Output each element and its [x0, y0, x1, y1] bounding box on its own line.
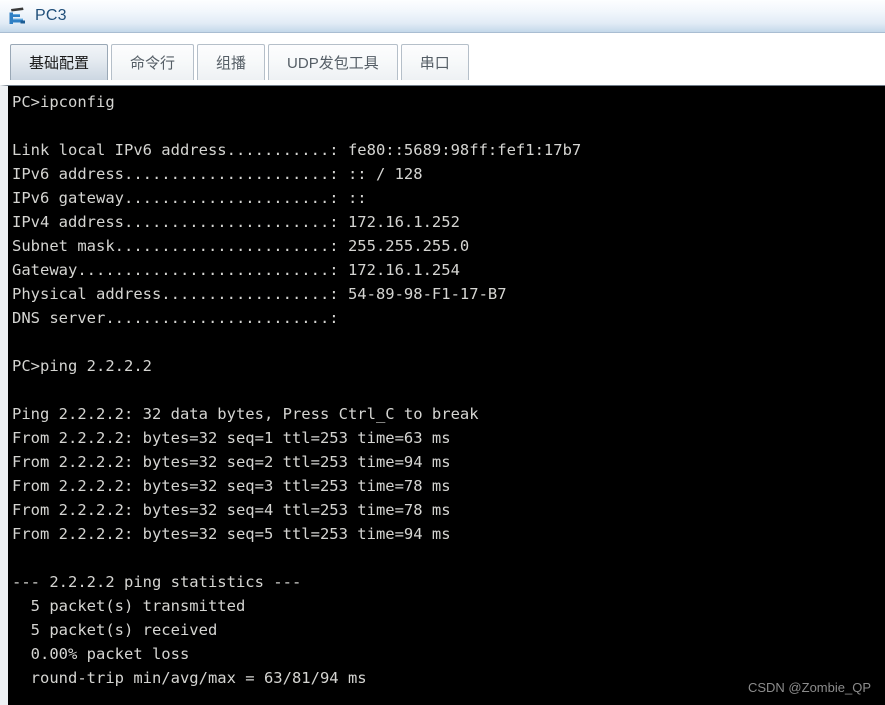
terminal-line: From 2.2.2.2: bytes=32 seq=3 ttl=253 tim…: [12, 477, 451, 495]
pc3-window: PC3 基础配置 命令行 组播 UDP发包工具 串口 PC>ipconfig Li…: [0, 0, 885, 705]
terminal-line: IPv6 gateway......................: ::: [12, 189, 367, 207]
tab-label: 基础配置: [29, 55, 90, 72]
terminal-line: 0.00% packet loss: [12, 645, 190, 663]
pc-terminal-icon: [7, 5, 29, 27]
terminal-line: Ping 2.2.2.2: 32 data bytes, Press Ctrl_…: [12, 405, 479, 423]
terminal-line: Link local IPv6 address...........: fe80…: [12, 141, 582, 159]
terminal-line: From 2.2.2.2: bytes=32 seq=5 ttl=253 tim…: [12, 525, 451, 543]
terminal-line: Physical address..................: 54-8…: [12, 285, 507, 303]
tab-strip-container: 基础配置 命令行 组播 UDP发包工具 串口: [0, 33, 885, 85]
terminal-frame: PC>ipconfig Link local IPv6 address......…: [0, 85, 885, 705]
tab-serial-port[interactable]: 串口: [400, 44, 469, 80]
terminal-line: From 2.2.2.2: bytes=32 seq=2 ttl=253 tim…: [12, 453, 451, 471]
tab-label: UDP发包工具: [287, 55, 379, 72]
tab-basic-config[interactable]: 基础配置: [10, 44, 109, 80]
terminal-line: 5 packet(s) received: [12, 621, 218, 639]
tab-udp-tool[interactable]: UDP发包工具: [268, 44, 398, 80]
terminal-line: IPv4 address......................: 172.…: [12, 213, 460, 231]
terminal-line: round-trip min/avg/max = 63/81/94 ms: [12, 669, 367, 687]
terminal-line: IPv6 address......................: :: /…: [12, 165, 423, 183]
terminal-line: From 2.2.2.2: bytes=32 seq=4 ttl=253 tim…: [12, 501, 451, 519]
terminal-line: 5 packet(s) transmitted: [12, 597, 246, 615]
terminal-output[interactable]: PC>ipconfig Link local IPv6 address......…: [8, 86, 885, 705]
title-bar: PC3: [0, 0, 885, 33]
terminal-line: DNS server........................:: [12, 309, 339, 327]
terminal-line: PC>ipconfig: [12, 93, 115, 111]
tab-label: 命令行: [130, 55, 176, 72]
tab-label: 组播: [216, 55, 247, 72]
terminal-line: Gateway...........................: 172.…: [12, 261, 460, 279]
terminal-line: Subnet mask.......................: 255.…: [12, 237, 470, 255]
tab-multicast[interactable]: 组播: [197, 44, 266, 80]
tab-label: 串口: [419, 55, 450, 72]
tab-strip: 基础配置 命令行 组播 UDP发包工具 串口: [10, 42, 885, 80]
window-title: PC3: [35, 7, 67, 24]
tab-command-line[interactable]: 命令行: [111, 44, 195, 80]
terminal-line: PC>ping 2.2.2.2: [12, 357, 152, 375]
terminal-line: From 2.2.2.2: bytes=32 seq=1 ttl=253 tim…: [12, 429, 451, 447]
terminal-line: --- 2.2.2.2 ping statistics ---: [12, 573, 302, 591]
